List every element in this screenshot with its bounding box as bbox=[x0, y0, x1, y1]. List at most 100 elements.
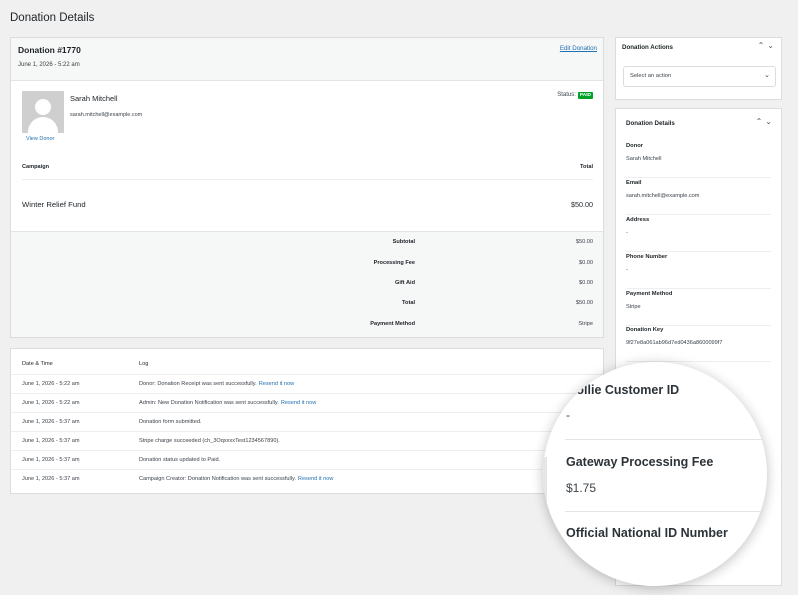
log-text: Donation status updated to Paid. bbox=[139, 457, 220, 463]
campaign-name: Winter Relief Fund bbox=[22, 200, 86, 209]
summary-row: Processing Fee $0.00 bbox=[11, 260, 603, 272]
summary-label: Total bbox=[402, 300, 415, 306]
summary-label: Payment Method bbox=[370, 321, 415, 327]
campaign-total: $50.00 bbox=[571, 200, 593, 209]
log-text: Campaign Creator: Donation Notification … bbox=[139, 476, 333, 482]
log-message: Stripe charge succeeded (ch_3OqxxxxTest1… bbox=[139, 438, 280, 444]
donation-details-title: Donation Details bbox=[626, 120, 675, 127]
log-text: Donor: Donation Receipt was sent success… bbox=[139, 381, 294, 387]
summary-value: $0.00 bbox=[579, 280, 593, 286]
summary-value: $50.00 bbox=[575, 300, 593, 306]
log-text: Stripe charge succeeded (ch_3OqxxxxTest1… bbox=[139, 438, 280, 444]
log-row: June 1, 2026 - 5:37 am Donation form sub… bbox=[11, 412, 603, 431]
log-text-header: Log bbox=[139, 361, 149, 367]
donation-log-card: Date & Time Log June 1, 2026 - 5:22 am D… bbox=[10, 348, 604, 494]
detail-field: Phone Number - bbox=[626, 252, 771, 289]
detail-field: Donor Sarah Mitchell bbox=[626, 141, 771, 178]
log-message: Donation form submitted. bbox=[139, 419, 202, 425]
field-value: Stripe bbox=[626, 304, 641, 310]
resend-link[interactable]: Resend it now bbox=[298, 476, 333, 482]
avatar-head bbox=[35, 99, 51, 115]
log-row: June 1, 2026 - 5:37 am Stripe charge suc… bbox=[11, 431, 603, 450]
log-date-header: Date & Time bbox=[22, 361, 53, 367]
chevron-down-icon[interactable]: ⌄ bbox=[765, 117, 775, 126]
view-donor-link[interactable]: View Donor bbox=[26, 136, 54, 142]
page-title: Donation Details bbox=[10, 12, 95, 24]
summary-value: $0.00 bbox=[579, 260, 593, 266]
log-text: Admin: New Donation Notification was sen… bbox=[139, 400, 316, 406]
resend-link[interactable]: Resend it now bbox=[259, 381, 294, 387]
divider bbox=[565, 511, 765, 512]
log-message: Donation status updated to Paid. bbox=[139, 457, 221, 463]
field-value: sarah.mitchell@example.com bbox=[626, 193, 700, 199]
donation-actions-box: Donation Actions ⌃⌄ Select an action ⌄ bbox=[615, 37, 782, 100]
summary-label: Processing Fee bbox=[373, 260, 415, 266]
donation-card: Donation #1770 June 1, 2026 - 5:22 am Ed… bbox=[10, 37, 604, 338]
detail-field: Donation Key 9f27e8a061ab96d7ed0436a8600… bbox=[626, 325, 771, 362]
log-row: June 1, 2026 - 5:22 am Donor: Donation R… bbox=[11, 374, 603, 393]
status-badge: PAID bbox=[577, 92, 593, 99]
log-message: Donor: Donation Receipt was sent success… bbox=[139, 381, 257, 387]
log-row: June 1, 2026 - 5:22 am Admin: New Donati… bbox=[11, 393, 603, 412]
log-row: June 1, 2026 - 5:37 am Campaign Creator:… bbox=[11, 469, 603, 488]
summary-label: Gift Aid bbox=[395, 280, 415, 286]
field-label: Email bbox=[626, 180, 642, 186]
donation-date: June 1, 2026 - 5:22 am bbox=[18, 62, 80, 68]
summary-label: Subtotal bbox=[392, 239, 415, 245]
magnified-field-value: $1.75 bbox=[566, 481, 597, 495]
avatar bbox=[22, 91, 64, 133]
log-text: Donation form submitted. bbox=[139, 419, 202, 425]
log-date: June 1, 2026 - 5:22 am bbox=[22, 400, 80, 406]
log-date: June 1, 2026 - 5:37 am bbox=[22, 476, 80, 482]
donation-header: Donation #1770 June 1, 2026 - 5:22 am Ed… bbox=[11, 38, 603, 81]
chevron-up-icon[interactable]: ⌃ bbox=[756, 117, 766, 126]
log-date: June 1, 2026 - 5:37 am bbox=[22, 457, 80, 463]
resend-link[interactable]: Resend it now bbox=[281, 400, 316, 406]
log-date: June 1, 2026 - 5:22 am bbox=[22, 381, 80, 387]
magnified-field-label: Official National ID Number bbox=[566, 526, 728, 540]
box-toggle: ⌃⌄ bbox=[756, 117, 775, 126]
magnified-field-label: Mollie Customer ID bbox=[566, 383, 680, 397]
detail-field: Payment Method Stripe bbox=[626, 289, 771, 326]
box-toggle: ⌃⌄ bbox=[758, 41, 777, 50]
status: Status: PAID bbox=[557, 92, 593, 99]
donation-actions-title: Donation Actions bbox=[622, 44, 673, 51]
field-label: Payment Method bbox=[626, 291, 673, 297]
total-column-header: Total bbox=[580, 164, 593, 170]
donor-email: sarah.mitchell@example.com bbox=[70, 112, 143, 118]
donor-name: Sarah Mitchell bbox=[70, 94, 118, 103]
action-select[interactable]: Select an action ⌄ bbox=[623, 66, 776, 87]
avatar-body bbox=[28, 117, 58, 133]
summary-value: Stripe bbox=[578, 321, 593, 327]
log-message: Campaign Creator: Donation Notification … bbox=[139, 476, 296, 482]
field-label: Donor bbox=[626, 143, 644, 149]
donation-summary: Subtotal $50.00 Processing Fee $0.00 Gif… bbox=[11, 231, 603, 337]
divider bbox=[22, 179, 593, 180]
campaign-column-header: Campaign bbox=[22, 164, 50, 170]
field-label: Address bbox=[626, 217, 650, 223]
summary-value: $50.00 bbox=[575, 239, 593, 245]
summary-row: Gift Aid $0.00 bbox=[11, 280, 603, 292]
field-value: Sarah Mitchell bbox=[626, 156, 662, 162]
chevron-down-icon[interactable]: ⌄ bbox=[767, 41, 777, 50]
edit-donation-link[interactable]: Edit Donation bbox=[560, 45, 597, 52]
field-value: 9f27e8a061ab96d7ed0436a8600099f7 bbox=[626, 340, 723, 346]
divider bbox=[565, 439, 765, 440]
donation-title: Donation #1770 bbox=[18, 45, 81, 55]
summary-row: Total $50.00 bbox=[11, 300, 603, 312]
magnifier-callout: Mollie Customer ID - Gateway Processing … bbox=[543, 362, 767, 586]
magnifier-edge bbox=[543, 457, 547, 517]
chevron-up-icon[interactable]: ⌃ bbox=[758, 41, 768, 50]
field-label: Phone Number bbox=[626, 254, 668, 260]
field-value: - bbox=[626, 267, 628, 273]
log-date: June 1, 2026 - 5:37 am bbox=[22, 438, 80, 444]
magnified-field-value: - bbox=[566, 408, 570, 422]
log-message: Admin: New Donation Notification was sen… bbox=[139, 400, 279, 406]
detail-field: Address - bbox=[626, 215, 771, 252]
chevron-down-icon: ⌄ bbox=[764, 72, 770, 79]
field-label: Donation Key bbox=[626, 327, 664, 333]
status-label: Status: bbox=[557, 92, 576, 98]
field-value: - bbox=[626, 230, 628, 236]
log-row: June 1, 2026 - 5:37 am Donation status u… bbox=[11, 450, 603, 469]
summary-row: Subtotal $50.00 bbox=[11, 239, 603, 251]
